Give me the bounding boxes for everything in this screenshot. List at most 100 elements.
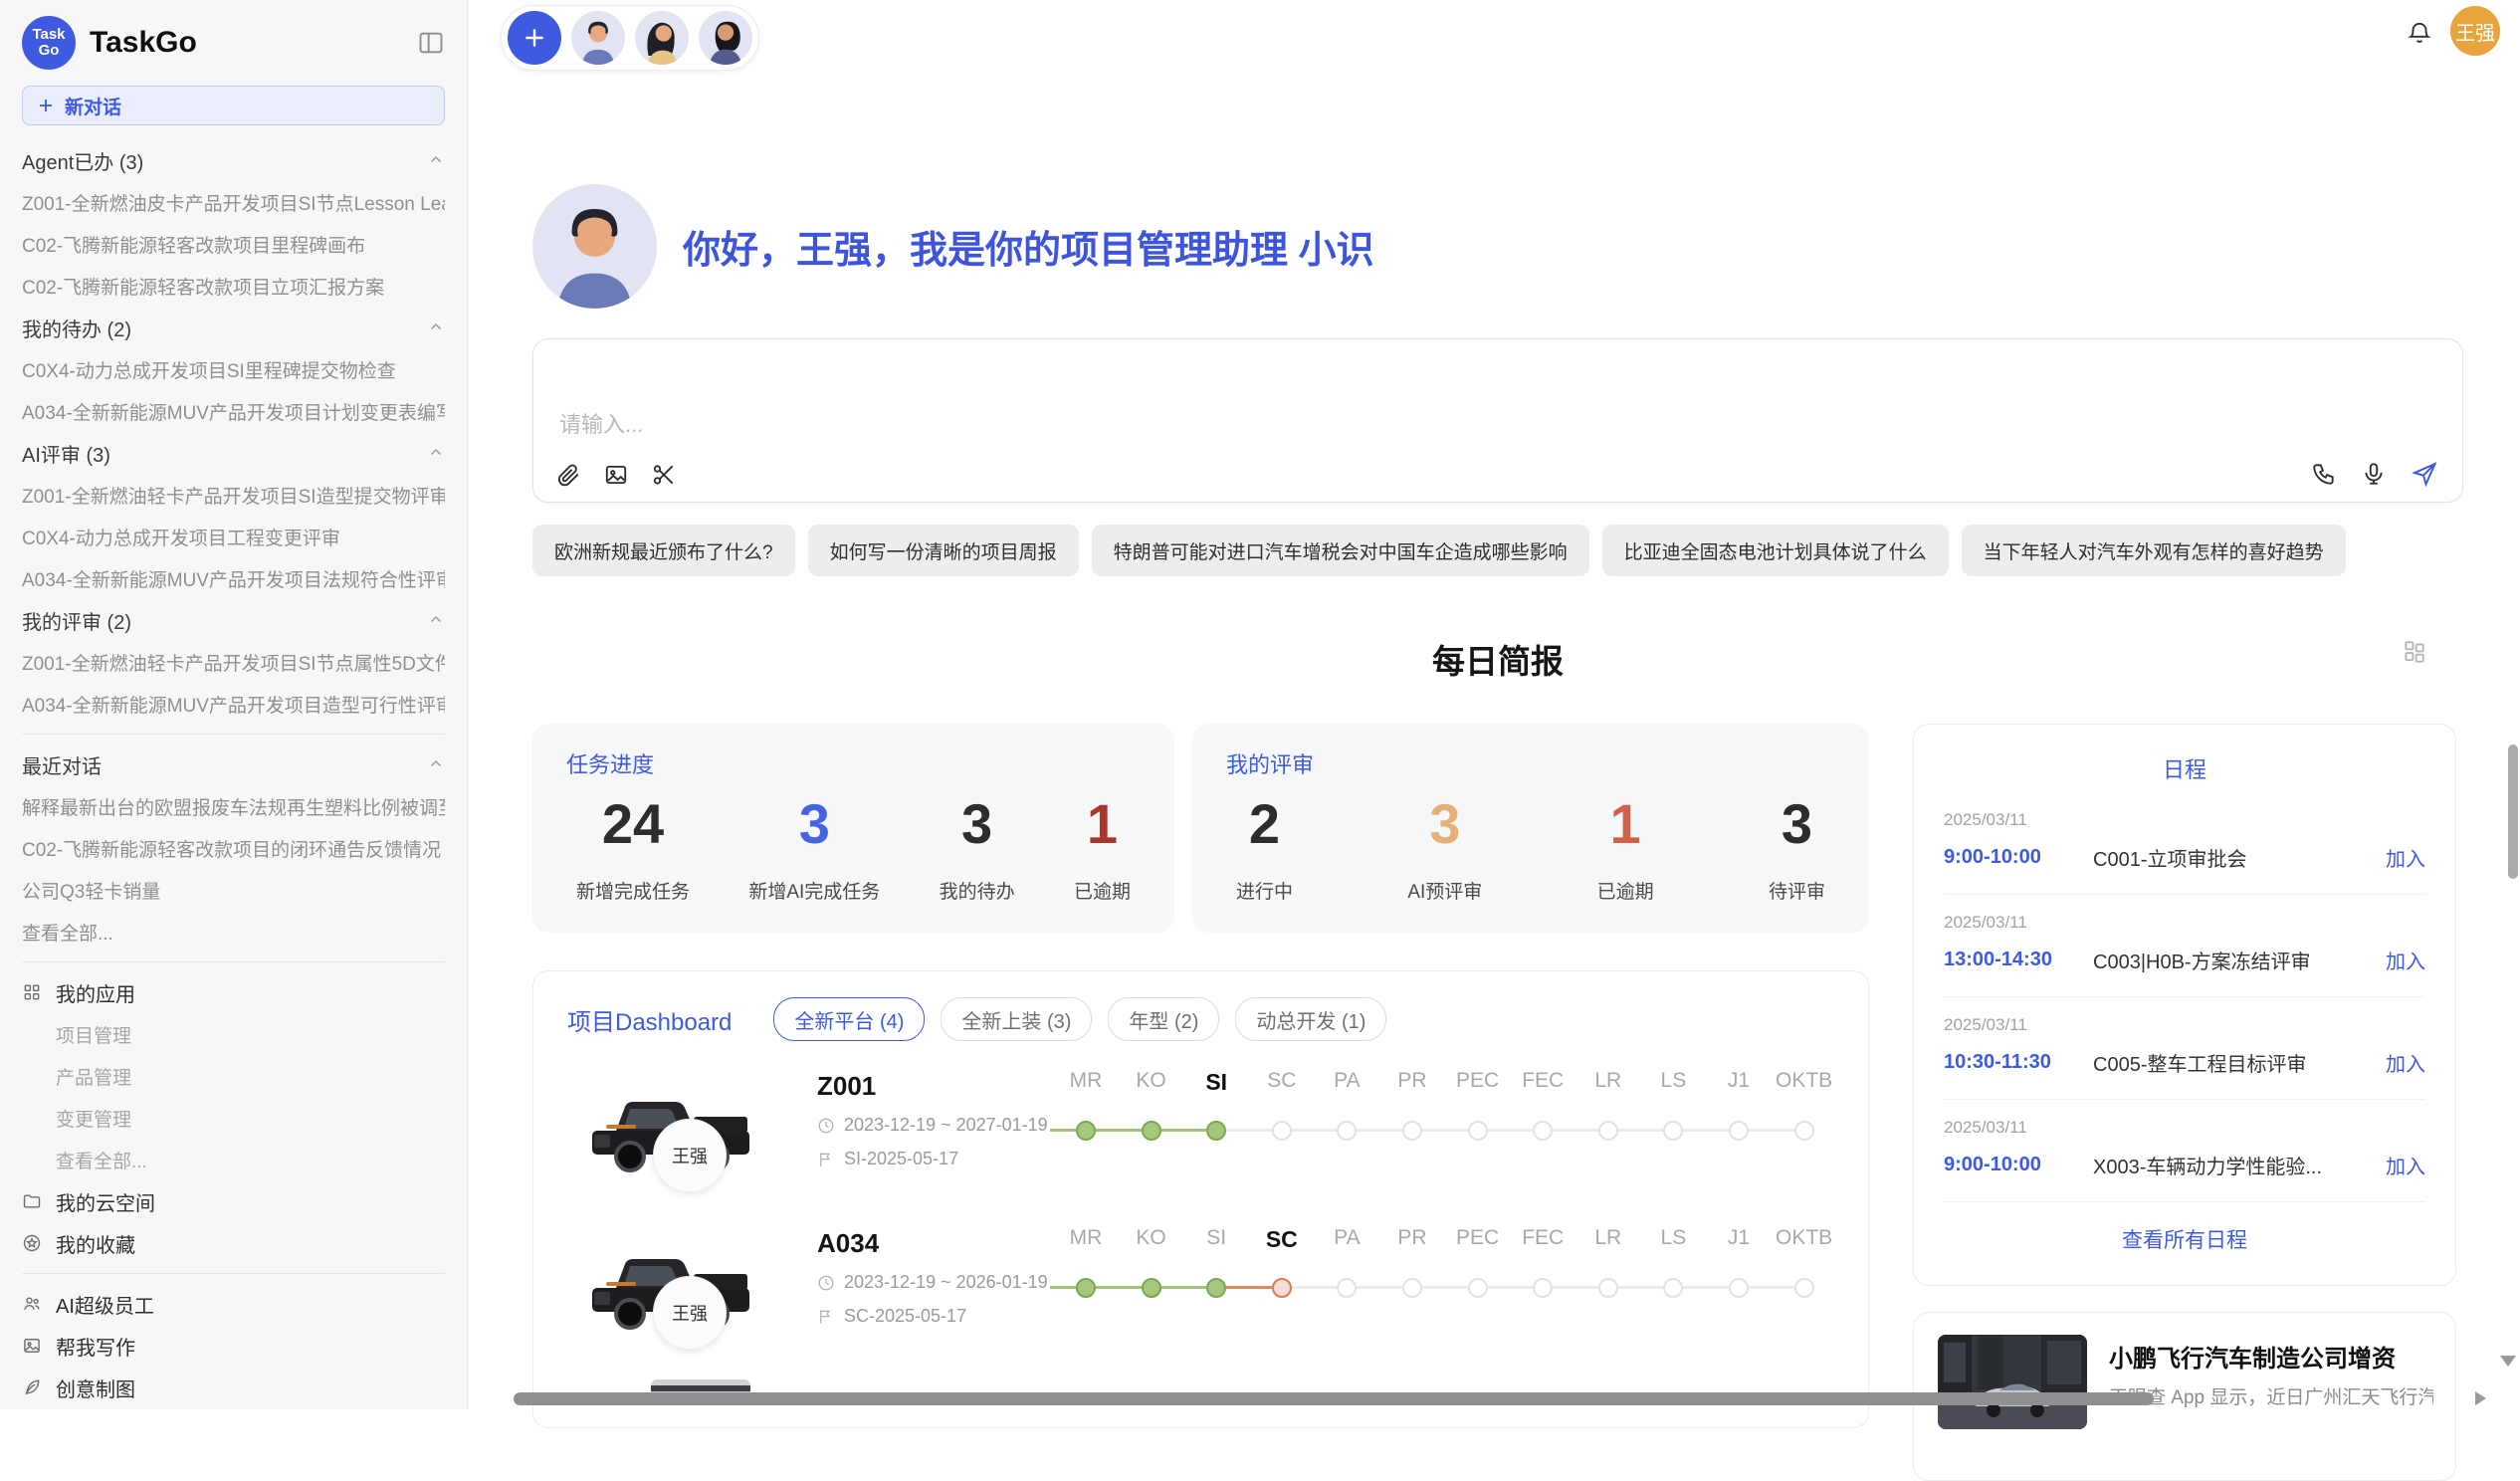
layout-grid-icon[interactable] — [2402, 639, 2427, 665]
send-icon[interactable] — [2411, 460, 2438, 488]
milestone-dot-done[interactable] — [1142, 1121, 1161, 1141]
join-link[interactable]: 加入 — [2386, 1151, 2425, 1179]
suggestion-chip[interactable]: 比亚迪全固态电池计划具体说了什么 — [1602, 525, 1949, 576]
sidebar-item-ai-staff[interactable]: AI超级员工 — [22, 1283, 445, 1325]
filter-pill[interactable]: 年型 (2) — [1108, 997, 1219, 1041]
vertical-scrollbar-thumb[interactable] — [2508, 744, 2518, 879]
scroll-down-arrow-icon[interactable] — [2500, 1356, 2516, 1367]
sidebar-item-product-mgmt[interactable]: 产品管理 — [22, 1055, 445, 1097]
list-item[interactable]: A034-全新新能源MUV产品开发项目法规符合性评审 — [22, 557, 445, 599]
list-item[interactable]: A034-全新新能源MUV产品开发项目计划变更表编写 — [22, 390, 445, 432]
milestone-dot-overdue[interactable] — [1272, 1278, 1292, 1298]
milestone-dot[interactable] — [1794, 1121, 1814, 1141]
suggestion-chip[interactable]: 如何写一份清晰的项目周报 — [808, 525, 1079, 576]
user-avatar[interactable]: 王强 — [2450, 6, 2500, 56]
project-flag: SI-2025-05-17 — [817, 1149, 1066, 1169]
milestone-segment — [1488, 1129, 1534, 1132]
card-title: 我的评审 — [1226, 747, 1314, 779]
milestone-dot-done[interactable] — [1142, 1278, 1161, 1298]
milestone-dot[interactable] — [1468, 1121, 1488, 1141]
schedule-event-title: C001-立项审批会 — [2093, 843, 2386, 872]
milestone-dot[interactable] — [1794, 1278, 1814, 1298]
nav-label: 创意制图 — [56, 1374, 135, 1402]
suggestion-chip[interactable]: 当下年轻人对汽车外观有怎样的喜好趋势 — [1962, 525, 2346, 576]
sidebar-item-project-mgmt[interactable]: 项目管理 — [22, 1013, 445, 1055]
schedule-entry: 2025/03/11 9:00-10:00 C001-立项审批会 加入 — [1944, 792, 2425, 895]
sidebar-section-recent[interactable]: 最近对话 — [22, 743, 445, 785]
sidebar-section-my-review[interactable]: 我的评审 (2) — [22, 599, 445, 641]
milestone-dot[interactable] — [1663, 1121, 1683, 1141]
chat-input-card[interactable]: 请输入... — [532, 338, 2463, 503]
milestone-dot[interactable] — [1598, 1121, 1618, 1141]
join-link[interactable]: 加入 — [2386, 946, 2425, 974]
stat-value: 1 — [1597, 795, 1654, 853]
sidebar-collapse-button[interactable] — [417, 29, 445, 57]
horizontal-scrollbar-thumb[interactable] — [514, 1392, 2154, 1405]
grid-icon — [22, 982, 42, 1002]
sidebar-item-creative-draw[interactable]: 创意制图 — [22, 1367, 445, 1408]
list-item[interactable]: C02-飞腾新能源轻客改款项目里程碑画布 — [22, 223, 445, 265]
attachment-icon[interactable] — [555, 462, 581, 488]
list-item[interactable]: 公司Q3轻卡销量 — [22, 869, 445, 911]
list-item[interactable]: A034-全新新能源MUV产品开发项目造型可行性评审 — [22, 683, 445, 725]
milestone-dot-done[interactable] — [1206, 1121, 1226, 1141]
suggestion-chip[interactable]: 特朗普可能对进口汽车增税会对中国车企造成哪些影响 — [1092, 525, 1589, 576]
sidebar-section-agent-done[interactable]: Agent已办 (3) — [22, 139, 445, 181]
project-row[interactable]: 王强 A034 2023-12-19 ~ 2026-01-19 SC-2025-… — [533, 1220, 1868, 1377]
add-agent-button[interactable] — [508, 11, 561, 65]
list-item[interactable]: Z001-全新燃油轻卡产品开发项目SI造型提交物评审 — [22, 474, 445, 516]
sidebar-item-help-write[interactable]: 帮我写作 — [22, 1325, 445, 1367]
microphone-icon[interactable] — [2361, 461, 2387, 487]
scroll-right-arrow-icon[interactable] — [2475, 1391, 2486, 1405]
view-all-link[interactable]: 查看全部... — [22, 911, 445, 952]
milestone-dot[interactable] — [1468, 1278, 1488, 1298]
filter-pill[interactable]: 全新平台 (4) — [773, 997, 925, 1041]
milestone-dot[interactable] — [1598, 1278, 1618, 1298]
list-item[interactable]: Z001-全新燃油皮卡产品开发项目SI节点Lesson Learn报告 — [22, 181, 445, 223]
list-item[interactable]: C02-飞腾新能源轻客改款项目的闭环通告反馈情况 — [22, 827, 445, 869]
avatar[interactable] — [571, 11, 625, 65]
milestone-dot[interactable] — [1729, 1121, 1749, 1141]
notification-bell-button[interactable] — [2407, 20, 2432, 46]
phone-icon[interactable] — [2311, 461, 2337, 487]
list-item[interactable]: 解释最新出台的欧盟报废车法规再生塑料比例被调至15%... — [22, 785, 445, 827]
filter-pill[interactable]: 动总开发 (1) — [1235, 997, 1386, 1041]
list-item[interactable]: C0X4-动力总成开发项目SI里程碑提交物检查 — [22, 348, 445, 390]
sidebar-section-ai-review[interactable]: AI评审 (3) — [22, 432, 445, 474]
milestone-dot[interactable] — [1272, 1121, 1292, 1141]
milestone-dot[interactable] — [1337, 1121, 1357, 1141]
divider — [22, 961, 445, 962]
view-all-link[interactable]: 查看全部... — [22, 1139, 445, 1180]
milestone-dot[interactable] — [1337, 1278, 1357, 1298]
milestone-dot[interactable] — [1533, 1121, 1553, 1141]
sidebar-item-change-mgmt[interactable]: 变更管理 — [22, 1097, 445, 1139]
milestone-dot[interactable] — [1402, 1278, 1422, 1298]
sidebar-item-cloud-space[interactable]: 我的云空间 — [22, 1180, 445, 1222]
milestone-dot-done[interactable] — [1206, 1278, 1226, 1298]
join-link[interactable]: 加入 — [2386, 1048, 2425, 1077]
list-item[interactable]: C0X4-动力总成开发项目工程变更评审 — [22, 516, 445, 557]
join-link[interactable]: 加入 — [2386, 843, 2425, 872]
milestone-dot-done[interactable] — [1076, 1278, 1096, 1298]
scissors-icon[interactable] — [651, 462, 677, 488]
milestone-dot[interactable] — [1663, 1278, 1683, 1298]
filter-pill[interactable]: 全新上装 (3) — [941, 997, 1092, 1041]
image-icon[interactable] — [603, 462, 629, 488]
milestone-dot[interactable] — [1402, 1121, 1422, 1141]
list-item[interactable]: Z001-全新燃油轻卡产品开发项目SI节点属性5D文件评审 — [22, 641, 445, 683]
sidebar-section-my-todo[interactable]: 我的待办 (2) — [22, 307, 445, 348]
avatar[interactable] — [699, 11, 752, 65]
milestone-dot[interactable] — [1533, 1278, 1553, 1298]
view-all-schedule-link[interactable]: 查看所有日程 — [1914, 1224, 2455, 1254]
sidebar-item-favorites[interactable]: 我的收藏 — [22, 1222, 445, 1264]
sidebar-item-my-apps[interactable]: 我的应用 — [22, 971, 445, 1013]
suggestion-chip[interactable]: 欧洲新规最近颁布了什么? — [532, 525, 795, 576]
avatar[interactable] — [635, 11, 689, 65]
stat: 24 新增完成任务 — [576, 795, 690, 904]
milestone-dot-done[interactable] — [1076, 1121, 1096, 1141]
new-chat-button[interactable]: 新对话 — [22, 86, 445, 125]
daily-briefing-header: 每日简报 — [532, 635, 2463, 675]
project-row[interactable]: 王强 Z001 2023-12-19 ~ 2027-01-19 SI-2025-… — [533, 1063, 1868, 1220]
milestone-dot[interactable] — [1729, 1278, 1749, 1298]
list-item[interactable]: C02-飞腾新能源轻客改款项目立项汇报方案 — [22, 265, 445, 307]
